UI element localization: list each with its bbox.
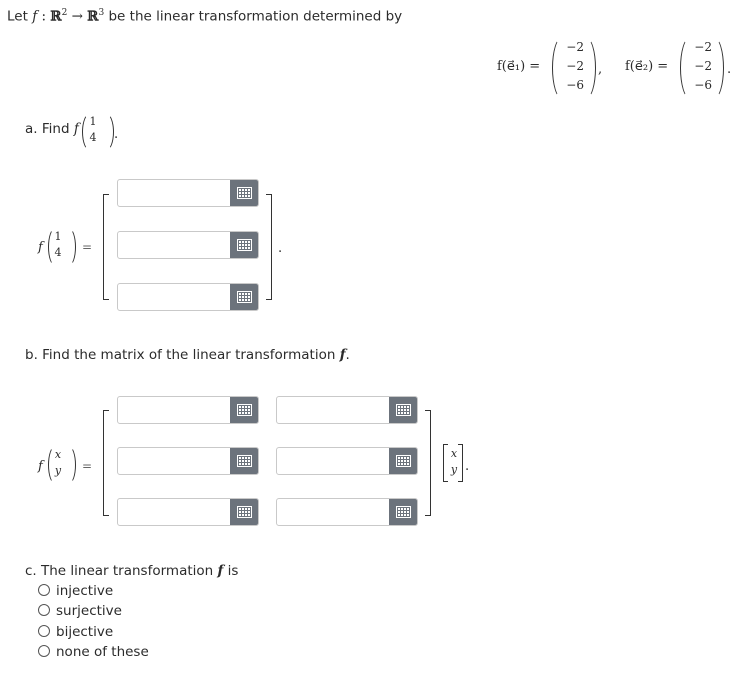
answer-a-1[interactable] [117, 179, 259, 207]
matrix-cell-2-2[interactable] [276, 447, 418, 475]
period: . [114, 127, 119, 142]
lhs-vector-right-paren [62, 446, 76, 484]
part-a-prompt-text: a. Find [25, 121, 70, 137]
f-symbol: f [32, 8, 38, 25]
rhs-vector-right-bracket [458, 444, 463, 482]
lhs-vector-right-paren [62, 228, 76, 266]
part-c-prompt: c. The linear transformation f is [25, 563, 238, 579]
math-keypad-icon[interactable] [230, 284, 258, 310]
answer-a-2[interactable] [117, 231, 259, 259]
option-label-none-of-these[interactable]: none of these [56, 644, 149, 660]
answer-a-2-input[interactable] [118, 232, 228, 258]
period: . [727, 62, 732, 77]
codomain-symbol: ℝ [87, 8, 99, 25]
lhs-f-symbol: f [38, 240, 43, 255]
answer-a-1-input[interactable] [118, 180, 228, 206]
f-e1-label: f(e⃗₁) = [497, 59, 541, 74]
e1-vector-right-paren [576, 37, 596, 99]
math-keypad-icon[interactable] [230, 499, 258, 525]
radio-surjective[interactable] [38, 604, 50, 616]
radio-bijective[interactable] [38, 625, 50, 637]
part-b-prompt: b. Find the matrix of the linear transfo… [25, 347, 350, 363]
intro-prefix: Let [7, 8, 28, 25]
domain-exponent: 2 [61, 8, 68, 18]
left-bracket [103, 194, 109, 300]
matrix-cell-1-2[interactable] [276, 396, 418, 424]
math-keypad-icon[interactable] [230, 448, 258, 474]
part-b-prompt-text: b. Find the matrix of the linear transfo… [25, 347, 336, 363]
period: . [278, 241, 283, 256]
part-c-prompt-text: c. The linear transformation [25, 563, 214, 579]
radio-injective[interactable] [38, 584, 50, 596]
matrix-cell-1-2-input[interactable] [277, 397, 387, 423]
matrix-cell-2-1-input[interactable] [118, 448, 228, 474]
math-keypad-icon[interactable] [230, 232, 258, 258]
option-label-injective[interactable]: injective [56, 583, 113, 599]
math-keypad-icon[interactable] [389, 397, 417, 423]
matrix-left-bracket [103, 410, 109, 516]
equals-sign: = [82, 240, 93, 254]
comma: , [598, 62, 603, 77]
math-keypad-icon[interactable] [230, 397, 258, 423]
matrix-cell-3-1-input[interactable] [118, 499, 228, 525]
answer-a-3[interactable] [117, 283, 259, 311]
intro-suffix: be the linear transformation determined … [108, 8, 403, 25]
option-label-surjective[interactable]: surjective [56, 603, 122, 619]
answer-a-3-input[interactable] [118, 284, 228, 310]
matrix-cell-3-1[interactable] [117, 498, 259, 526]
matrix-right-bracket [425, 410, 431, 516]
math-keypad-icon[interactable] [389, 499, 417, 525]
matrix-cell-1-1-input[interactable] [118, 397, 228, 423]
radio-none-of-these[interactable] [38, 645, 50, 657]
f-e2-label: f(e⃗₂) = [625, 59, 669, 74]
matrix-cell-1-1[interactable] [117, 396, 259, 424]
f-symbol: f [73, 121, 79, 137]
part-a-vector-right-paren [98, 113, 114, 151]
part-a-vector: 1 4 [88, 114, 98, 146]
matrix-cell-2-1[interactable] [117, 447, 259, 475]
math-keypad-icon[interactable] [230, 180, 258, 206]
equals-sign: = [82, 459, 93, 473]
math-keypad-icon[interactable] [389, 448, 417, 474]
vector-component-1: 1 [89, 115, 97, 128]
colon: : [41, 8, 47, 25]
lhs-f-symbol: f [38, 459, 43, 474]
intro-text: Let f : ℝ2 → ℝ3 be the linear transforma… [7, 8, 402, 25]
part-a-prompt: a. Find f [25, 121, 79, 137]
arrow-symbol: → [71, 8, 83, 25]
matrix-cell-3-2-input[interactable] [277, 499, 387, 525]
codomain-exponent: 3 [98, 8, 105, 18]
is-text: is [227, 563, 239, 579]
e2-vector-right-paren [704, 37, 724, 99]
f-symbol: f [217, 563, 224, 579]
matrix-cell-3-2[interactable] [276, 498, 418, 526]
period: . [465, 459, 470, 474]
vector-component-2: 4 [89, 131, 97, 144]
option-label-bijective[interactable]: bijective [56, 624, 113, 640]
period: . [345, 347, 350, 363]
matrix-cell-2-2-input[interactable] [277, 448, 387, 474]
domain-symbol: ℝ [50, 8, 62, 25]
right-bracket [266, 194, 272, 300]
